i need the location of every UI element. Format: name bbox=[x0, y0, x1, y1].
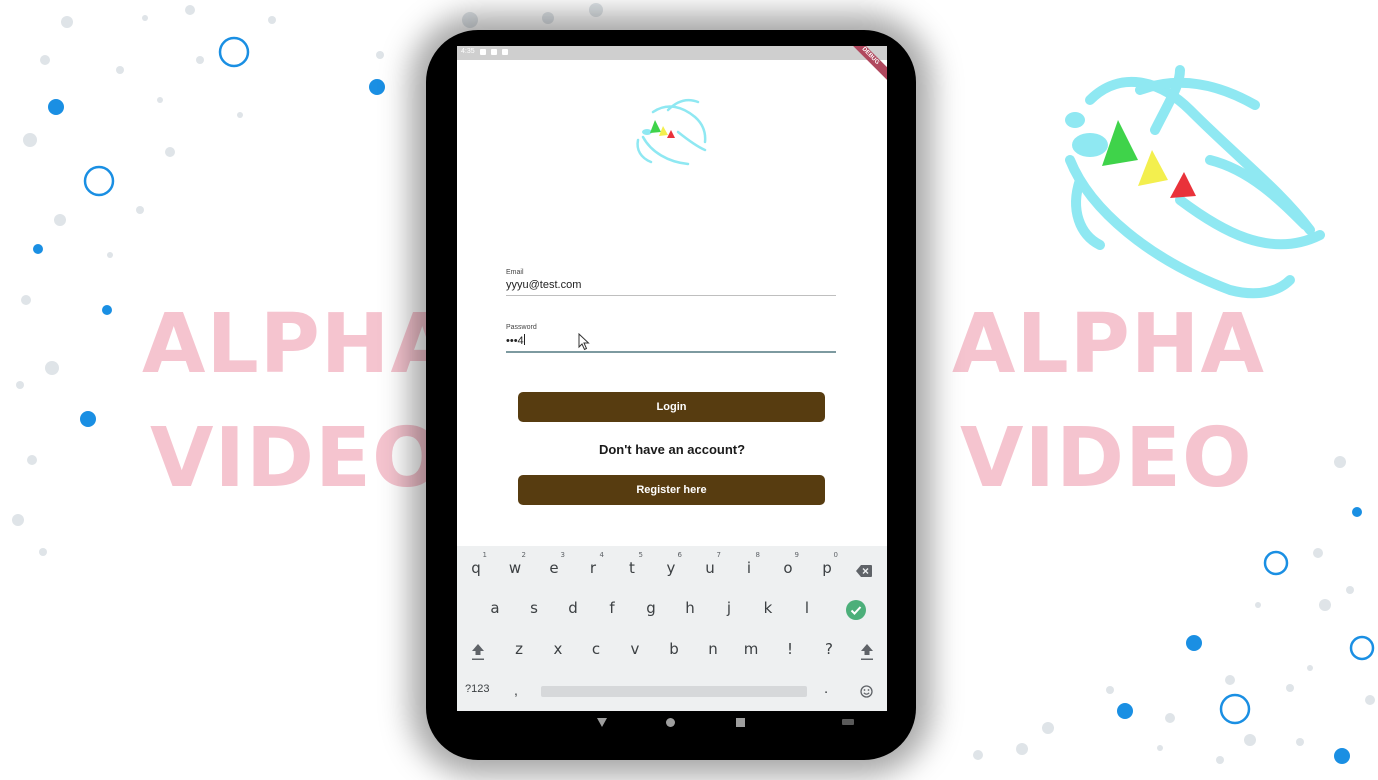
status-bar: 4:35 bbox=[457, 46, 887, 60]
shift-icon[interactable] bbox=[860, 643, 874, 661]
bug-logo-icon bbox=[1065, 65, 1325, 299]
keyboard-row-3: z x c v b n m ! ? bbox=[457, 631, 887, 671]
key-hint: 9 bbox=[794, 551, 799, 559]
key-hint: 8 bbox=[755, 551, 760, 559]
password-label: Password bbox=[506, 324, 537, 331]
text-caret bbox=[523, 334, 525, 345]
symbols-key[interactable]: ?123 bbox=[465, 683, 489, 695]
status-time: 4:35 bbox=[461, 48, 475, 55]
password-field[interactable]: Password •••4 bbox=[506, 324, 836, 353]
soft-keyboard: 1q 2w 3e 4r 5t 6y 7u 8i 9o 0p a s d f g … bbox=[457, 546, 887, 711]
email-field[interactable]: Email yyyu@test.com bbox=[506, 269, 836, 296]
spacebar[interactable] bbox=[541, 686, 807, 697]
key-hint: 0 bbox=[833, 551, 838, 559]
key-question[interactable]: ? bbox=[814, 631, 844, 667]
email-underline bbox=[506, 295, 836, 296]
home-nav-icon[interactable] bbox=[666, 718, 675, 727]
key-label: u bbox=[705, 559, 715, 577]
key-hint: 6 bbox=[677, 551, 682, 559]
key-label: e bbox=[549, 559, 559, 577]
key-hint: 3 bbox=[560, 551, 565, 559]
enter-check-icon[interactable] bbox=[846, 600, 866, 620]
navigation-bar bbox=[457, 711, 887, 733]
settings-notification-icon bbox=[490, 48, 497, 55]
password-underline bbox=[506, 351, 836, 353]
register-prompt: Don't have an account? bbox=[598, 442, 746, 457]
watermark-right-line1: ALPHA bbox=[952, 297, 1265, 392]
key-k[interactable]: k bbox=[753, 590, 783, 626]
key-hint: 1 bbox=[482, 551, 487, 559]
key-u[interactable]: 7u bbox=[695, 550, 725, 586]
key-hint: 2 bbox=[521, 551, 526, 559]
key-w[interactable]: 2w bbox=[500, 550, 530, 586]
key-label: p bbox=[822, 559, 832, 577]
key-p[interactable]: 0p bbox=[812, 550, 842, 586]
key-hint: 7 bbox=[716, 551, 721, 559]
back-nav-icon[interactable] bbox=[597, 718, 607, 727]
key-m[interactable]: m bbox=[736, 631, 766, 667]
sim-notification-icon bbox=[501, 48, 508, 55]
keyboard-hide-icon[interactable] bbox=[842, 719, 854, 725]
key-label: y bbox=[666, 559, 676, 577]
watermark-left-line2: VIDEO bbox=[150, 411, 443, 506]
keyboard-row-1: 1q 2w 3e 4r 5t 6y 7u 8i 9o 0p bbox=[457, 550, 887, 590]
shift-icon[interactable] bbox=[471, 643, 485, 661]
key-exclamation[interactable]: ! bbox=[775, 631, 805, 667]
key-x[interactable]: x bbox=[543, 631, 573, 667]
mouse-cursor-icon bbox=[578, 333, 590, 351]
key-h[interactable]: h bbox=[675, 590, 705, 626]
key-v[interactable]: v bbox=[620, 631, 650, 667]
key-f[interactable]: f bbox=[597, 590, 627, 626]
key-hint: 5 bbox=[638, 551, 643, 559]
key-hint: 4 bbox=[599, 551, 604, 559]
key-j[interactable]: j bbox=[714, 590, 744, 626]
period-key[interactable]: . bbox=[824, 680, 828, 697]
key-label: q bbox=[471, 559, 481, 577]
password-input-wrap[interactable]: •••4 bbox=[506, 334, 836, 347]
login-button[interactable]: Login bbox=[518, 392, 825, 422]
key-r[interactable]: 4r bbox=[578, 550, 608, 586]
key-o[interactable]: 9o bbox=[773, 550, 803, 586]
key-label: t bbox=[629, 559, 635, 577]
key-label: i bbox=[746, 559, 752, 577]
watermark-right-line2: VIDEO bbox=[960, 411, 1253, 506]
key-c[interactable]: c bbox=[581, 631, 611, 667]
key-e[interactable]: 3e bbox=[539, 550, 569, 586]
notification-icon bbox=[479, 48, 486, 55]
key-d[interactable]: d bbox=[558, 590, 588, 626]
key-label: r bbox=[589, 559, 597, 577]
register-button[interactable]: Register here bbox=[518, 475, 825, 505]
keyboard-row-2: a s d f g h j k l bbox=[457, 590, 887, 630]
email-input[interactable]: yyyu@test.com bbox=[506, 279, 836, 291]
key-t[interactable]: 5t bbox=[617, 550, 647, 586]
key-s[interactable]: s bbox=[519, 590, 549, 626]
recents-nav-icon[interactable] bbox=[736, 718, 745, 727]
emoji-icon[interactable] bbox=[860, 685, 873, 698]
key-label: o bbox=[783, 559, 793, 577]
key-y[interactable]: 6y bbox=[656, 550, 686, 586]
key-n[interactable]: n bbox=[698, 631, 728, 667]
key-label: w bbox=[508, 559, 522, 577]
email-label: Email bbox=[506, 269, 524, 276]
key-i[interactable]: 8i bbox=[734, 550, 764, 586]
key-q[interactable]: 1q bbox=[461, 550, 491, 586]
key-l[interactable]: l bbox=[792, 590, 822, 626]
watermark-left-line1: ALPHA bbox=[142, 297, 455, 392]
password-input[interactable]: •••4 bbox=[506, 335, 524, 347]
key-b[interactable]: b bbox=[659, 631, 689, 667]
device-screen: 4:35 DEBUG Email yyyu@test.com Password … bbox=[457, 46, 887, 711]
backspace-icon[interactable] bbox=[856, 565, 872, 577]
key-z[interactable]: z bbox=[504, 631, 534, 667]
comma-key[interactable]: , bbox=[514, 682, 518, 698]
app-bug-logo-icon bbox=[636, 98, 707, 166]
key-g[interactable]: g bbox=[636, 590, 666, 626]
key-a[interactable]: a bbox=[480, 590, 510, 626]
